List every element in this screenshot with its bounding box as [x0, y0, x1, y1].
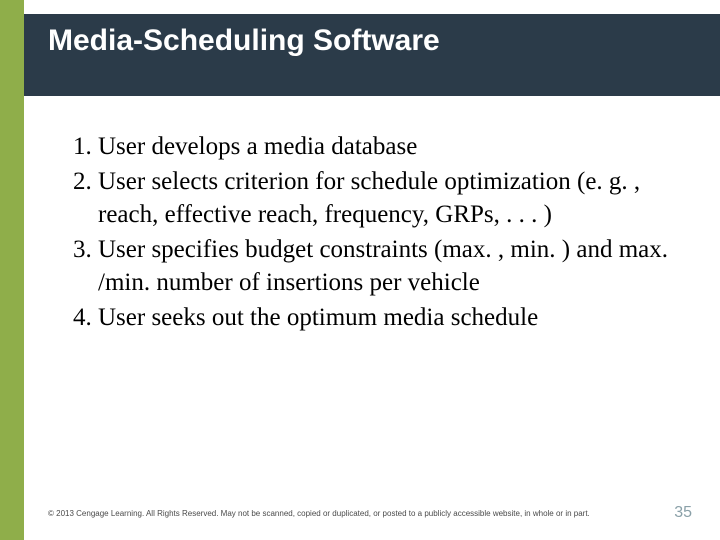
page-number: 35: [674, 504, 692, 522]
numbered-list: User develops a media database User sele…: [56, 130, 676, 334]
accent-stripe: [0, 0, 24, 540]
list-item: User seeks out the optimum media schedul…: [98, 301, 676, 334]
slide-title: Media-Scheduling Software: [48, 24, 440, 58]
slide: Media-Scheduling Software User develops …: [0, 0, 720, 540]
content-area: User develops a media database User sele…: [56, 130, 676, 336]
list-item: User selects criterion for schedule opti…: [98, 165, 676, 231]
list-item: User specifies budget constraints (max. …: [98, 233, 676, 299]
list-item: User develops a media database: [98, 130, 676, 163]
copyright-footer: © 2013 Cengage Learning. All Rights Rese…: [48, 509, 608, 518]
